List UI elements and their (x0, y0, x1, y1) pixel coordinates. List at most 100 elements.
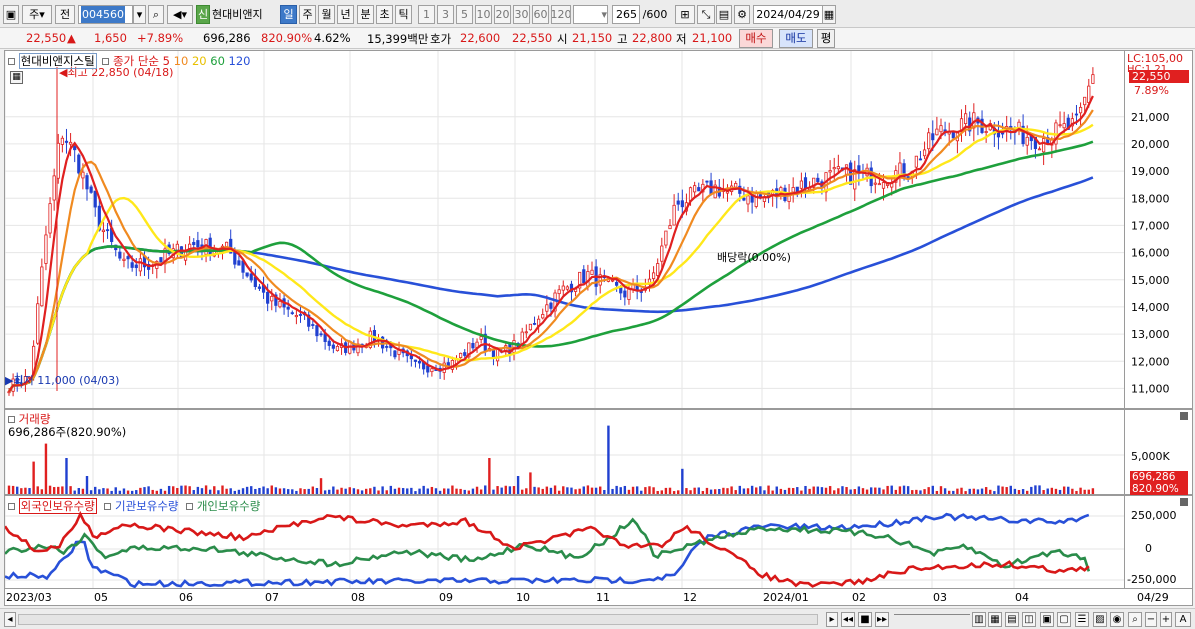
code-input[interactable]: 004560 (78, 5, 133, 24)
volume-bar (467, 490, 471, 494)
volume-bar (960, 487, 963, 494)
volume-bar (307, 488, 310, 494)
volume-bar (1091, 488, 1095, 494)
gear-icon[interactable]: ⚙ (734, 5, 750, 24)
count-10[interactable]: 10 (475, 5, 492, 24)
period-month[interactable]: 월 (318, 5, 335, 24)
zoom-in-icon[interactable]: + (1160, 612, 1172, 627)
legend-box-icon (104, 503, 112, 510)
ma-period-20: 20 (191, 54, 207, 68)
volume-bar (459, 488, 462, 494)
zoom-icon[interactable]: ⌕ (1128, 612, 1142, 627)
volume-bar (254, 488, 257, 494)
candle-body (1042, 138, 1046, 153)
open-price: 21,150 (572, 31, 613, 45)
calculator-icon[interactable]: ▦ (10, 71, 23, 84)
draw-tool-icon[interactable]: ⤡ (697, 5, 715, 24)
period-week[interactable]: 주 (299, 5, 316, 24)
count-20[interactable]: 20 (494, 5, 511, 24)
split-icon[interactable]: ◫ (1022, 612, 1036, 627)
candle-body (68, 141, 73, 145)
volume-bar (984, 487, 988, 494)
volume-bar (537, 487, 540, 494)
mode-select[interactable]: 주 ▾ (22, 5, 52, 24)
list-icon[interactable]: ☰ (1075, 612, 1089, 627)
view-count-input[interactable]: 265 (612, 5, 640, 24)
search-icon[interactable]: ⌕ (148, 5, 164, 24)
volume-bar (299, 488, 302, 494)
volume-chart[interactable] (5, 410, 1124, 494)
candle-body (561, 285, 565, 291)
period-day[interactable]: 일 (280, 5, 297, 24)
volume-bar (102, 488, 105, 494)
count-1[interactable]: 1 (418, 5, 435, 24)
close-icon[interactable] (1180, 498, 1188, 506)
period-second[interactable]: 초 (376, 5, 393, 24)
candle-body (459, 352, 463, 358)
panel-icon[interactable]: ▣ (1040, 612, 1054, 627)
buy-button[interactable]: 매수 (739, 29, 773, 48)
ma-period-10: 10 (173, 54, 189, 68)
zoom-out-icon[interactable]: − (1145, 612, 1157, 627)
sell-button[interactable]: 매도 (779, 29, 813, 48)
candle-body (122, 258, 126, 261)
user-icon[interactable]: ◉ (1110, 612, 1124, 627)
count-select[interactable]: ▾ (573, 5, 608, 24)
volume-bar (553, 485, 557, 494)
volume-bar (734, 490, 737, 494)
candle-body (931, 133, 935, 141)
volume-bar (869, 487, 873, 494)
volume-bar (857, 486, 861, 494)
chevron-down-icon[interactable]: ▾ (133, 5, 146, 24)
chart-icon[interactable]: ▨ (1093, 612, 1107, 627)
forward-icon[interactable]: ▸▸ (875, 612, 889, 627)
price-chart[interactable]: ◀최고 22,850 (04/18)▶최저 11,000 (04/03)배당락(… (5, 51, 1124, 408)
volume-bar (570, 487, 573, 494)
window-icon[interactable]: ▢ (1057, 612, 1071, 627)
period-tick[interactable]: 틱 (395, 5, 412, 24)
ask-price: 22,600 (460, 31, 501, 45)
calendar-icon[interactable]: ▦ (822, 5, 836, 24)
candle-body (93, 190, 97, 208)
candle-body (393, 350, 397, 358)
volume-bar (718, 489, 721, 494)
stop-icon[interactable]: ■ (858, 612, 872, 627)
count-60[interactable]: 60 (532, 5, 549, 24)
candle-body (881, 182, 886, 189)
candle-body (898, 162, 902, 176)
period-year[interactable]: 년 (337, 5, 354, 24)
holdings-axis: 250,000 0 -250,000 (1125, 495, 1193, 589)
close-icon[interactable] (1180, 412, 1188, 420)
font-size-icon[interactable]: A (1175, 612, 1191, 627)
layout-icon[interactable]: ▤ (1005, 612, 1019, 627)
volume-bar (188, 486, 191, 494)
scrollbar[interactable] (18, 614, 818, 625)
volume-bar (943, 488, 947, 494)
volume-bar (192, 490, 195, 494)
volume-bar (1021, 489, 1025, 494)
count-5[interactable]: 5 (456, 5, 473, 24)
count-3[interactable]: 3 (437, 5, 454, 24)
scroll-left-icon[interactable]: ◂ (4, 612, 16, 627)
eval-button[interactable]: 평 (817, 29, 835, 48)
candle-body (266, 291, 270, 304)
count-120[interactable]: 120 (551, 5, 571, 24)
date-input[interactable]: 2024/04/29 (753, 5, 823, 24)
zoom-slider[interactable] (894, 614, 970, 625)
candle-body (832, 167, 836, 170)
price-axis-tick: 11,000 (1131, 382, 1170, 395)
volume-bar (631, 486, 635, 494)
volume-bar (828, 486, 832, 494)
window-icon[interactable]: ▣ (3, 5, 19, 24)
period-minute[interactable]: 분 (357, 5, 374, 24)
scroll-right-icon[interactable]: ▸ (826, 612, 838, 627)
crosshair-icon[interactable]: ⊞ (675, 5, 695, 24)
holdings-axis-neg250k: -250,000 (1127, 573, 1177, 586)
grid-icon[interactable]: ▦ (988, 612, 1002, 627)
bars-icon[interactable]: ▥ (972, 612, 986, 627)
save-icon[interactable]: ▤ (716, 5, 732, 24)
rewind-icon[interactable]: ◂◂ (841, 612, 855, 627)
speaker-icon[interactable]: ◀▾ (167, 5, 193, 24)
mode2-button[interactable]: 전 (55, 5, 75, 24)
count-30[interactable]: 30 (513, 5, 530, 24)
